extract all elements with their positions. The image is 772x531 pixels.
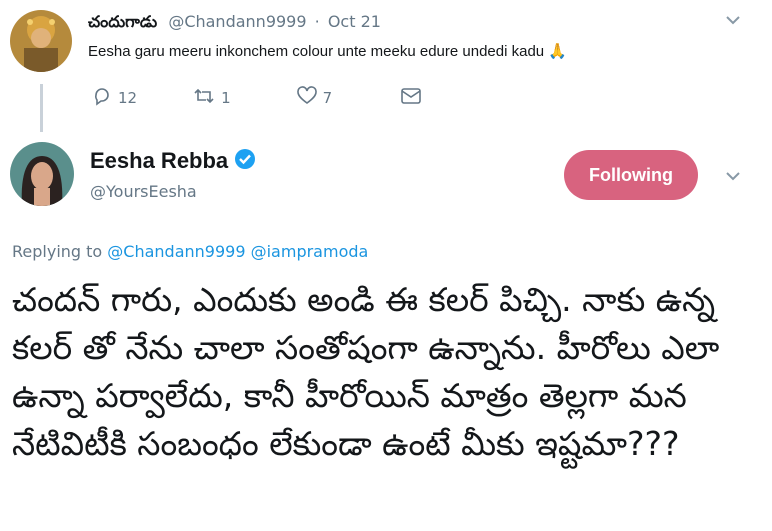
reply-tweet-text: Eesha garu meeru inkonchem colour unte m… xyxy=(88,42,567,60)
avatar-eesha[interactable] xyxy=(10,142,74,206)
avatar-chandan[interactable] xyxy=(10,10,72,72)
main-handle[interactable]: @YoursEesha xyxy=(90,182,197,201)
main-tweet-name-row: Eesha Rebba xyxy=(90,148,256,174)
retweet-icon xyxy=(193,86,215,110)
reply-date[interactable]: Oct 21 xyxy=(328,12,381,31)
reply-count: 12 xyxy=(118,89,138,107)
replying-to-label: Replying to xyxy=(12,242,103,261)
chevron-down-icon[interactable] xyxy=(724,10,742,34)
retweet-count: 1 xyxy=(221,89,231,107)
like-action[interactable]: 7 xyxy=(296,86,333,110)
reply-action[interactable]: 12 xyxy=(92,86,137,110)
replying-to-line: Replying to @Chandann9999 @iampramoda xyxy=(12,242,368,261)
mention-chandan[interactable]: @Chandann9999 xyxy=(107,242,245,261)
reply-text: Eesha garu meeru inkonchem colour unte m… xyxy=(88,43,545,60)
dm-action[interactable] xyxy=(400,86,422,110)
main-display-name[interactable]: Eesha Rebba xyxy=(90,148,228,174)
following-button[interactable]: Following xyxy=(564,150,698,200)
reply-separator: · xyxy=(314,12,320,31)
like-icon xyxy=(296,86,317,110)
reply-handle[interactable]: @Chandann9999 xyxy=(168,12,306,31)
reply-display-name[interactable]: చందుగాడు xyxy=(88,12,157,31)
verified-badge-icon xyxy=(234,148,256,174)
main-tweet-text: చందన్ గారు, ఎందుకు అండి ఈ కలర్ పిచ్చి. న… xyxy=(12,280,720,463)
like-count: 7 xyxy=(322,89,333,107)
dm-icon xyxy=(400,86,422,110)
reply-actions: 12 1 7 xyxy=(92,86,422,110)
reply-icon xyxy=(92,86,112,110)
reply-tweet-header: చందుగాడు @Chandann9999 · Oct 21 xyxy=(88,12,381,35)
thread-connector-line xyxy=(40,84,43,132)
folded-hands-emoji: 🙏 xyxy=(548,43,567,60)
chevron-down-icon[interactable] xyxy=(724,166,742,190)
retweet-action[interactable]: 1 xyxy=(193,86,231,110)
mention-iampramoda[interactable]: @iampramoda xyxy=(251,242,369,261)
